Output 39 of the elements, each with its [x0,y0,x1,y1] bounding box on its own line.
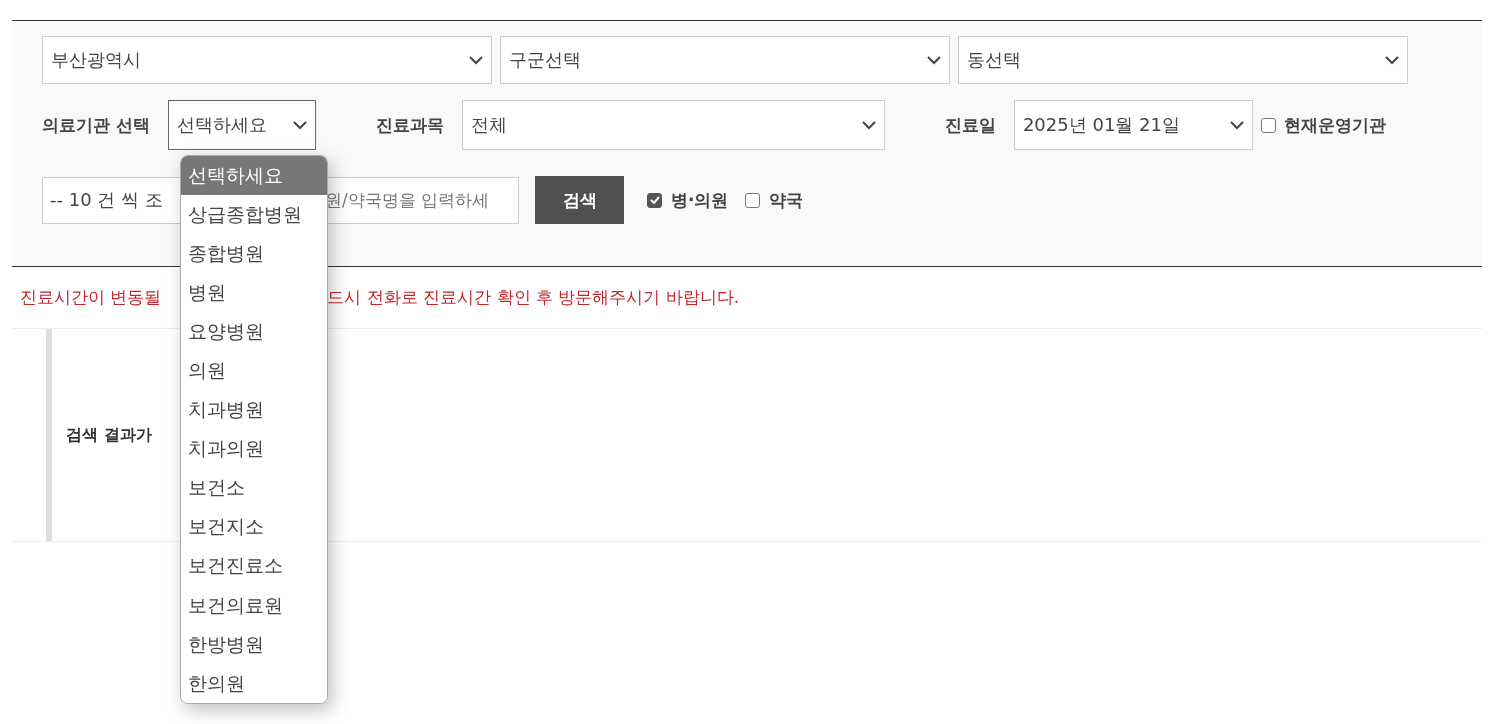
region-select[interactable]: 부산광역시 [42,36,492,84]
search-button[interactable]: 검색 [535,176,624,224]
department-select[interactable]: 전체 [461,100,885,150]
dropdown-option[interactable]: 보건지소 [181,507,327,547]
dropdown-option[interactable]: 상급종합병원 [181,195,327,235]
chevron-down-icon [1229,120,1244,130]
dropdown-option[interactable]: 의원 [181,351,327,391]
chevron-down-icon [861,120,876,130]
date-label: 진료일 [944,113,996,137]
region-select[interactable]: 동선택 [958,36,1408,84]
dropdown-option[interactable]: 치과병원 [181,390,327,430]
type-label: 약국 [769,188,804,212]
date-select[interactable]: 2025년 01월 21일 [1013,100,1253,150]
notice-text: 진료시간이 변동될 [20,286,162,309]
open-now-label: 현재운영기관 [1283,113,1386,137]
dropdown-option[interactable]: 요양병원 [181,312,327,352]
dropdown-option[interactable]: 보건진료소 [181,546,327,587]
dropdown-option[interactable]: 보건소 [181,468,327,508]
chevron-down-icon [292,120,307,130]
institution-label: 의료기관 선택 [42,113,150,137]
dropdown-option[interactable]: 한방병원 [181,625,327,665]
type-label: 병·의원 [671,188,729,212]
region-select[interactable]: 구군선택 [500,36,950,84]
chevron-down-icon [927,55,941,65]
notice-text: 드시 전화로 진료시간 확인 후 방문해주시기 바랍니다. [327,286,740,309]
chevron-down-icon [1385,55,1399,65]
checkbox[interactable] [647,192,662,208]
dropdown-option[interactable]: 종합병원 [181,234,327,274]
chevron-down-icon [469,55,483,65]
dropdown-option[interactable]: 치과의원 [181,429,327,469]
dropdown-option[interactable]: 한의원 [181,664,327,704]
dropdown-option[interactable]: 보건의료원 [181,586,327,626]
dropdown-option[interactable]: 병원 [181,273,327,313]
department-label: 진료과목 [375,113,444,137]
checkbox[interactable] [745,192,761,208]
checkbox[interactable] [1260,117,1276,133]
dropdown-option[interactable]: 선택하세요 [181,156,327,196]
no-result-text: 검색 결과가 [66,424,152,446]
institution-select[interactable]: 선택하세요 [167,100,316,150]
